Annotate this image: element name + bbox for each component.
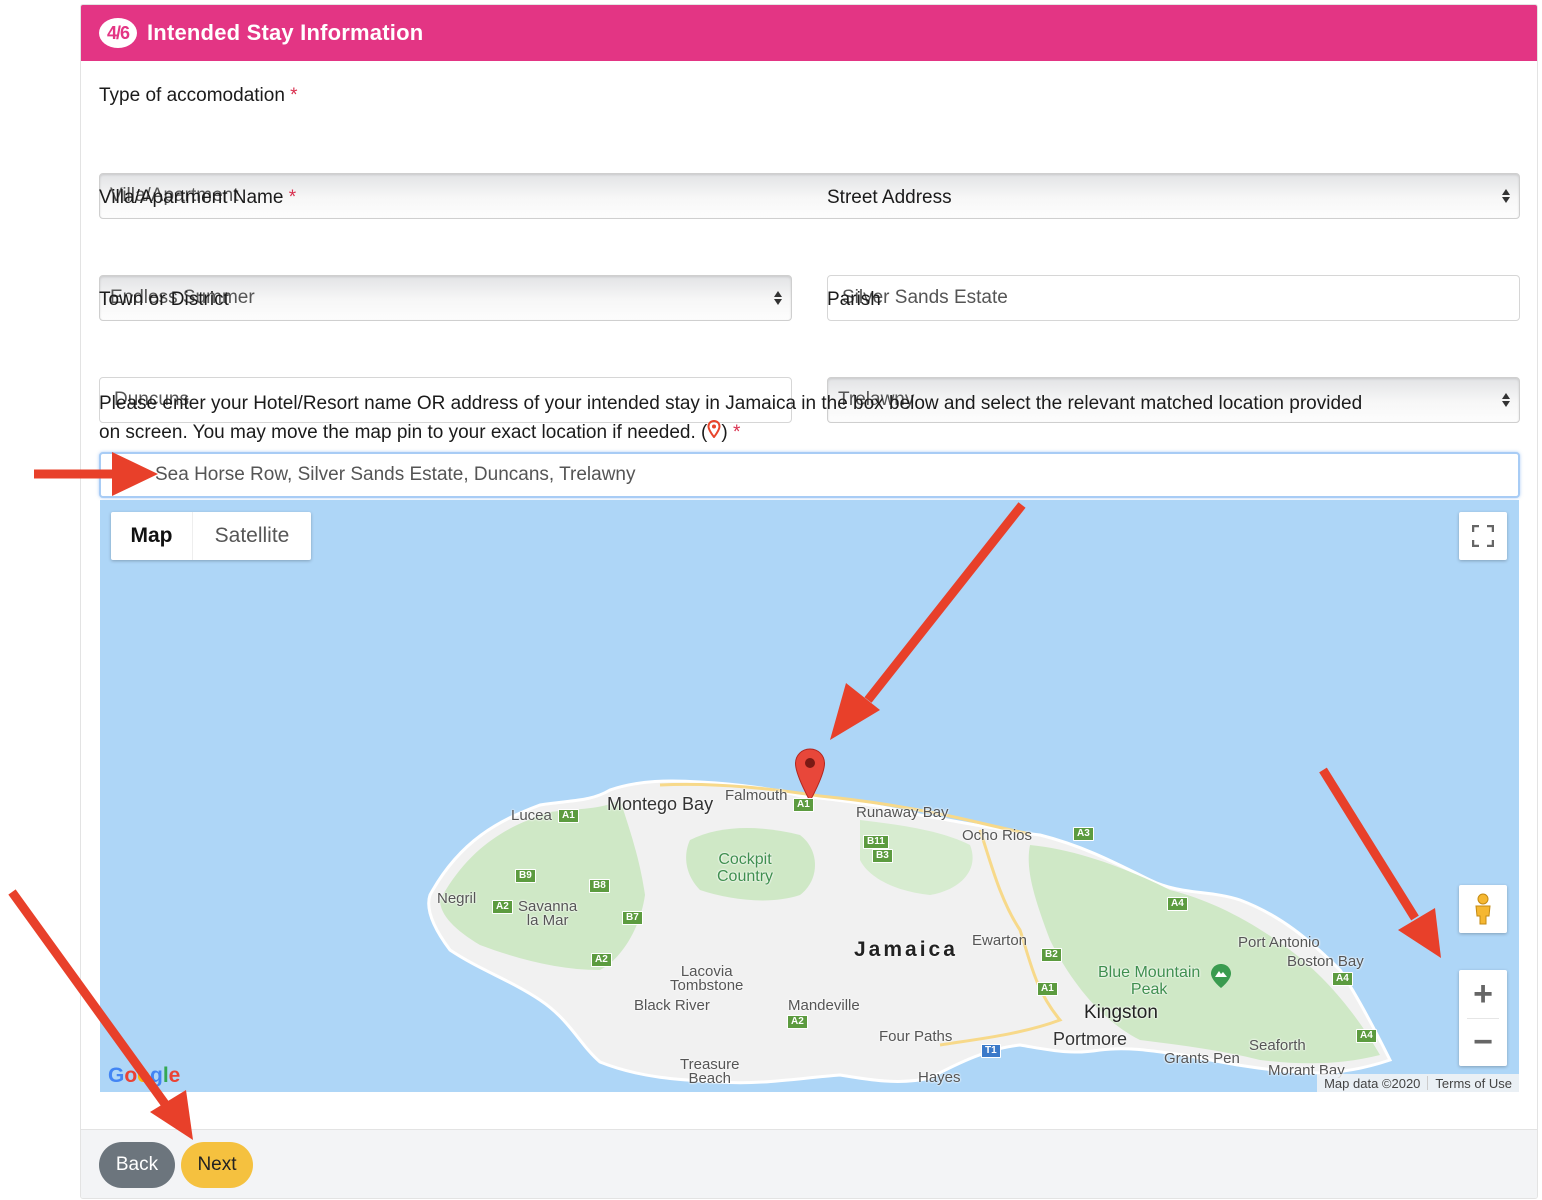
road-shield: A1 <box>793 798 814 812</box>
next-button[interactable]: Next <box>181 1142 253 1188</box>
road-shield: A4 <box>1356 1029 1377 1043</box>
map-label-ewarton: Ewarton <box>972 932 1028 949</box>
map-type-control: Map Satellite <box>111 512 311 560</box>
fullscreen-icon <box>1472 525 1494 547</box>
map-label-portmore: Portmore <box>1053 1029 1128 1049</box>
map-label-lacovia-tombstone: Lacovia Tombstone <box>670 963 744 994</box>
logo-letter: o <box>137 1064 150 1087</box>
map-label-seaforth: Seaforth <box>1249 1037 1306 1054</box>
map-label-jamaica: Jamaica <box>854 938 958 961</box>
required-mark: * <box>288 187 297 208</box>
accommodation-type-select[interactable]: Villa/Apartment <box>99 173 1520 219</box>
intended-stay-card: 4/6 Intended Stay Information Type of ac… <box>80 4 1538 1199</box>
road-shield: A2 <box>492 900 513 914</box>
instructions-line-2: on screen. You may move the map pin to y… <box>99 422 708 443</box>
location-search-input[interactable]: Sea Horse Row, Silver Sands Estate, Dunc… <box>99 452 1520 498</box>
road-shield: A4 <box>1332 972 1353 986</box>
map-label-port-antonio: Port Antonio <box>1238 934 1320 951</box>
form-footer: Back Next <box>81 1129 1537 1198</box>
map-label-falmouth: Falmouth <box>725 787 788 804</box>
map-label-treasure-beach: Treasure Beach <box>680 1056 740 1087</box>
road-shield: B2 <box>1041 948 1062 962</box>
road-shield: A4 <box>1167 897 1188 911</box>
street-view-pegman-button[interactable] <box>1459 885 1507 933</box>
back-button[interactable]: Back <box>99 1142 175 1188</box>
terms-of-use-link[interactable]: Terms of Use <box>1428 1076 1519 1091</box>
map-label-mandeville: Mandeville <box>788 997 860 1014</box>
fullscreen-button[interactable] <box>1459 512 1507 560</box>
label-text: Villa/Apartment Name <box>99 187 284 208</box>
select-arrows-icon <box>773 289 783 307</box>
logo-letter: e <box>168 1064 181 1087</box>
map-label-cockpit-country: Cockpit Country <box>717 851 774 885</box>
accommodation-type-label: Type of accomodation * <box>99 85 298 107</box>
step-badge: 4/6 <box>99 18 137 48</box>
required-mark: * <box>290 85 298 106</box>
villa-name-label: Villa/Apartment Name * <box>99 187 296 209</box>
logo-letter: G <box>108 1064 125 1087</box>
map-label-negril: Negril <box>437 890 477 907</box>
pegman-icon <box>1475 893 1491 925</box>
mountain-peak-icon <box>1210 963 1232 994</box>
street-address-label: Street Address <box>827 187 952 208</box>
road-shield: A1 <box>1037 982 1058 996</box>
zoom-control: + − <box>1459 970 1507 1066</box>
map-label-grants-pen: Grants Pen <box>1164 1050 1240 1067</box>
map-label-four-paths: Four Paths <box>879 1028 953 1045</box>
parish-label: Parish <box>827 289 881 310</box>
road-shield: A3 <box>1073 827 1094 841</box>
card-header: 4/6 Intended Stay Information <box>81 5 1537 61</box>
zoom-out-button[interactable]: − <box>1459 1019 1507 1066</box>
map-label-ocho-rios: Ocho Rios <box>962 827 1033 844</box>
card-title: Intended Stay Information <box>147 20 424 45</box>
map-label-blue-mountain-peak: Blue Mountain Peak <box>1098 964 1201 998</box>
road-shield: A1 <box>558 809 579 823</box>
map-marker-icon <box>794 748 826 803</box>
map-pin-icon <box>707 418 721 447</box>
select-arrows-icon <box>1501 187 1511 205</box>
road-shield: B3 <box>872 849 893 863</box>
label-text: Type of accomodation <box>99 85 285 106</box>
map-type-map-button[interactable]: Map <box>111 512 193 560</box>
road-shield: B11 <box>863 835 889 849</box>
map-label-hayes: Hayes <box>918 1069 961 1086</box>
zoom-in-button[interactable]: + <box>1459 971 1507 1018</box>
instructions-line-1: Please enter your Hotel/Resort name OR a… <box>99 393 1363 414</box>
street-address-input[interactable]: Silver Sands Estate <box>827 275 1520 321</box>
road-shield: B8 <box>589 879 610 893</box>
map-label-montego-bay: Montego Bay <box>607 794 714 814</box>
map-label-runaway-bay: Runaway Bay <box>856 804 949 821</box>
logo-letter: g <box>150 1064 163 1087</box>
road-shield: B7 <box>622 911 643 925</box>
map-label-black-river: Black River <box>634 997 710 1014</box>
map-type-satellite-button[interactable]: Satellite <box>193 512 311 560</box>
location-instructions: Please enter your Hotel/Resort name OR a… <box>99 389 1529 447</box>
instructions-close-paren: ) <box>721 422 728 443</box>
road-shield: A2 <box>591 953 612 967</box>
map-label-savanna-la-mar: Savanna la Mar <box>518 898 578 929</box>
town-label: Town or District <box>99 289 229 310</box>
google-logo: Google <box>108 1064 180 1088</box>
map-label-lucea: Lucea <box>511 807 552 824</box>
road-shield: A2 <box>787 1015 808 1029</box>
location-search-value: Sea Horse Row, Silver Sands Estate, Dunc… <box>155 464 636 485</box>
logo-letter: o <box>124 1064 138 1087</box>
road-shield: B9 <box>515 869 536 883</box>
location-map[interactable]: Map Satellite + − Montego Bay Falmouth L… <box>100 500 1519 1092</box>
map-attribution: Map data ©2020 Terms of Use <box>1317 1074 1519 1092</box>
map-label-boston-bay: Boston Bay <box>1287 953 1364 970</box>
road-shield: T1 <box>981 1044 1001 1058</box>
map-data-credit: Map data ©2020 <box>1324 1075 1421 1091</box>
map-label-kingston: Kingston <box>1084 1002 1158 1023</box>
required-mark: * <box>732 422 741 443</box>
